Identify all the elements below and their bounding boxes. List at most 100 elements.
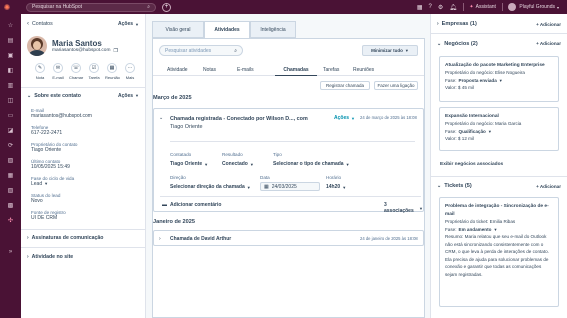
stage-value: Proposta enviada <box>458 77 497 83</box>
call-title[interactable]: Chamada registrada - Conectado por Wilso… <box>170 115 320 131</box>
subtab-notes[interactable]: Notas <box>203 67 237 73</box>
view-associated-deals-link[interactable]: Exibir negócios associados <box>431 151 567 167</box>
about-section-toggle[interactable]: ⌄ Sobre este contato <box>27 93 81 99</box>
companies-section-toggle[interactable]: › Empresas (1) <box>437 21 477 27</box>
apps-icon[interactable]: ✣ <box>0 215 21 225</box>
field-label: Direção <box>170 175 186 180</box>
back-to-contacts-link[interactable]: ‹ Contatos <box>27 21 53 27</box>
copy-icon[interactable]: ❐ <box>113 48 117 54</box>
quick-action-call[interactable]: ☏ Chamar <box>69 63 83 80</box>
associations-dropdown[interactable]: 3 associações ▼ <box>384 202 423 214</box>
ticket-stage[interactable]: Fase: Em andamento ▼ <box>445 226 553 234</box>
subtab-calls[interactable]: Chamadas <box>275 64 317 76</box>
data-icon[interactable]: ▦ <box>0 170 21 180</box>
quick-action-note[interactable]: ✎ Nota <box>33 63 47 80</box>
quick-action-label: E-mail <box>52 75 64 80</box>
associations-label: 3 associações <box>384 202 414 214</box>
contacts-icon[interactable]: ▣ <box>0 50 21 60</box>
help-icon[interactable]: ? <box>429 4 432 10</box>
subtab-meetings[interactable]: Reuniões <box>353 67 393 73</box>
subtab-emails[interactable]: E-mails <box>237 67 275 73</box>
field-time[interactable]: Horário 14h20 ▼ <box>326 175 346 190</box>
deal-stage[interactable]: Fase: Qualificação ▼ <box>445 128 553 136</box>
property-value: Novo <box>31 197 43 204</box>
tickets-section-toggle[interactable]: ⌄ Tickets (5) <box>437 183 472 189</box>
property-owner[interactable]: Proprietário do contato Tiago Oriente <box>31 142 139 153</box>
property-phone[interactable]: Telefone 617-222-2471 <box>31 125 139 136</box>
deal-name: Atualização do pacote Marketing Enterpri… <box>445 62 545 68</box>
quick-action-more[interactable]: ··· Mais <box>123 63 137 80</box>
field-call-type[interactable]: Tipo Selecionar o tipo de chamada ▼ <box>273 152 350 167</box>
commerce-icon[interactable]: ▭ <box>0 110 21 120</box>
notifications-bell-icon[interactable]: 🔔︎ <box>449 4 457 11</box>
field-date[interactable]: Data ▦ 24/03/2025 <box>260 175 320 191</box>
property-last-contacted[interactable]: Último contato 10/05/2025 15:49 <box>31 159 139 170</box>
content-icon[interactable]: ▥ <box>0 80 21 90</box>
stage-label: Fase: <box>445 77 457 83</box>
automation-icon[interactable]: ⟳ <box>0 140 21 150</box>
quick-action-email[interactable]: ✉ E-mail <box>51 63 65 80</box>
field-direction[interactable]: Direção Selecionar direção da chamada ▼ <box>170 175 251 190</box>
account-menu[interactable]: Playful Grounds ▾ <box>508 3 559 11</box>
activity-subtabs: Atividade Notas E-mails Chamadas Tarefas… <box>153 64 424 76</box>
property-value: 617-222-2471 <box>31 129 63 136</box>
tab-intelligence[interactable]: Inteligência <box>250 21 296 38</box>
settings-gear-icon[interactable]: ⚙ <box>438 4 443 11</box>
create-new-button[interactable]: + <box>162 2 171 12</box>
add-deal-button[interactable]: + Adicionar <box>536 41 561 46</box>
contact-actions-dropdown[interactable]: Ações ▼ <box>118 21 139 27</box>
quick-action-meeting[interactable]: ▦ Reunião <box>105 63 120 80</box>
property-value: Lead <box>31 180 43 187</box>
sales-icon[interactable]: ◫ <box>0 95 21 105</box>
actions-label: Ações <box>118 92 134 99</box>
property-record-source[interactable]: Fonte de registro UI DE CRM <box>31 210 139 221</box>
call-actions-dropdown[interactable]: Ações ▼ <box>334 115 355 121</box>
property-lead-status[interactable]: Status do lead Novo <box>31 193 139 204</box>
caret-down-icon: ▼ <box>246 184 251 190</box>
expand-sidebar-icon[interactable]: » <box>0 247 21 257</box>
marketing-icon[interactable]: ◧ <box>0 65 21 75</box>
marketplace-icon[interactable]: ▦ <box>417 4 423 11</box>
deal-card[interactable]: Atualização do pacote Marketing Enterpri… <box>439 55 559 102</box>
collapse-all-button[interactable]: Minimizar tudo ▼ <box>362 45 418 56</box>
quick-action-task[interactable]: ☑ Tarefa <box>87 63 101 80</box>
search-icon: ⌕ <box>147 4 150 10</box>
property-email[interactable]: E-mail mariasantos@hubspot.com <box>31 108 139 119</box>
actions-label: Ações <box>334 115 350 121</box>
tab-overview[interactable]: Visão geral <box>152 21 204 38</box>
ticket-card[interactable]: Problema de integração - Sincronização d… <box>439 197 559 307</box>
website-activity-toggle[interactable]: › Atividade no site <box>21 248 145 266</box>
chevron-down-icon[interactable]: ⌄ <box>159 115 163 121</box>
deals-section-toggle[interactable]: ⌄ Negócios (2) <box>437 41 478 47</box>
deal-stage[interactable]: Fase: Proposta enviada ▼ <box>445 77 553 85</box>
about-actions-dropdown[interactable]: Ações ▼ <box>118 93 139 99</box>
deal-card[interactable]: Expansão Internacional Proprietário do n… <box>439 106 559 151</box>
service-icon[interactable]: ◪ <box>0 125 21 135</box>
hubspot-logo-icon[interactable]: ✺ <box>0 0 14 14</box>
activities-search-input[interactable]: Pesquisar atividades ⌕ <box>159 45 243 56</box>
call-card-collapsed[interactable]: › Chamada de David Arthur 24 de janeiro … <box>153 230 424 246</box>
field-contacted[interactable]: Contatado Tiago Oriente ▼ <box>170 152 208 167</box>
property-lifecycle-stage[interactable]: Fase do ciclo de vida Lead ▼ <box>31 176 139 187</box>
make-call-button[interactable]: Fazer uma ligação <box>374 81 418 90</box>
reporting-icon[interactable]: ▨ <box>0 155 21 165</box>
tab-activities[interactable]: Atividades <box>204 21 250 38</box>
tools-icon[interactable]: ▩ <box>0 200 21 210</box>
field-result[interactable]: Resultado Conectado ▼ <box>222 152 254 167</box>
bookmarks-icon[interactable]: ☆ <box>0 20 21 30</box>
add-company-button[interactable]: + Adicionar <box>536 22 561 27</box>
assistant-button[interactable]: ✦ Assistant <box>469 4 496 10</box>
chevron-down-icon: ⌄ <box>437 183 442 189</box>
back-label: Contatos <box>32 21 53 27</box>
communication-subscriptions-toggle[interactable]: › Assinaturas de comunicação <box>21 229 145 247</box>
subtab-tasks[interactable]: Tarefas <box>317 67 353 73</box>
dashboards-icon[interactable]: ▤ <box>0 35 21 45</box>
library-icon[interactable]: ▧ <box>0 185 21 195</box>
logged-call-card: ⌄ Chamada registrada - Conectado por Wil… <box>153 108 424 214</box>
add-ticket-button[interactable]: + Adicionar <box>536 184 561 189</box>
global-search-input[interactable]: Pesquisar na HubSpot ⌕ <box>26 2 156 12</box>
field-value: Tiago Oriente <box>170 161 203 167</box>
add-comment-button[interactable]: ▬ Adicionar comentário <box>162 202 221 208</box>
log-call-button[interactable]: Registrar chamada <box>320 81 370 90</box>
subtab-activity[interactable]: Atividade <box>163 67 203 73</box>
